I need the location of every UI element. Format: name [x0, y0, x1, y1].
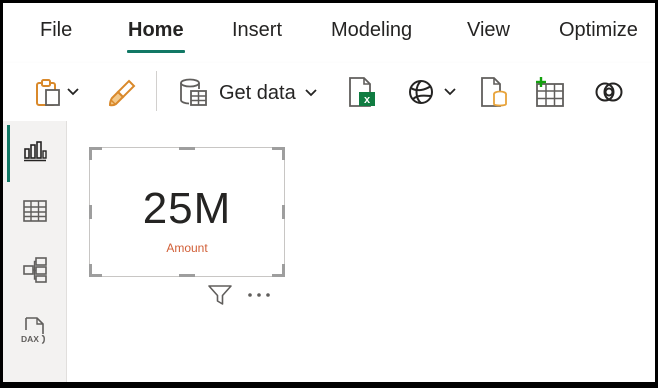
- dax-label: DAX: [21, 334, 39, 344]
- chevron-down-icon[interactable]: [443, 87, 457, 97]
- tab-file[interactable]: File: [40, 19, 72, 42]
- format-painter-icon: [107, 79, 137, 107]
- excel-workbook-button[interactable]: x: [347, 76, 377, 108]
- dax-query-view-button[interactable]: DAX: [3, 311, 66, 355]
- excel-icon: x: [347, 76, 377, 108]
- get-data-label: Get data: [219, 81, 296, 104]
- tab-view[interactable]: View: [467, 19, 510, 42]
- report-view-button[interactable]: [3, 131, 66, 175]
- view-switcher-rail: DAX: [3, 121, 67, 382]
- visual-header-tools: [207, 283, 271, 307]
- tab-insert[interactable]: Insert: [232, 19, 282, 42]
- enter-data-button[interactable]: [534, 76, 566, 108]
- ribbon-separator: [156, 71, 157, 111]
- resize-handle-top-left[interactable]: [89, 147, 92, 160]
- model-view-icon: [22, 256, 48, 289]
- format-painter-button[interactable]: [107, 79, 137, 107]
- chevron-down-icon[interactable]: [304, 88, 318, 98]
- resize-handle-left[interactable]: [89, 205, 92, 219]
- database-table-icon: [179, 78, 209, 108]
- sql-server-icon: [479, 76, 509, 108]
- report-canvas: 25M Amount: [67, 121, 655, 382]
- resize-handle-bottom-right[interactable]: [282, 264, 285, 277]
- card-label: Amount: [166, 241, 208, 255]
- recent-sources-icon: [594, 78, 624, 106]
- resize-handle-bottom[interactable]: [179, 274, 195, 277]
- resize-handle-right[interactable]: [282, 205, 285, 219]
- svg-text:x: x: [364, 94, 371, 106]
- table-view-icon: [22, 199, 48, 228]
- dataverse-icon: [407, 78, 435, 106]
- card-visual[interactable]: 25M Amount: [89, 147, 285, 277]
- tab-modeling[interactable]: Modeling: [331, 19, 412, 42]
- ribbon-toolbar: Get data x: [3, 63, 655, 122]
- model-view-button[interactable]: [3, 250, 66, 294]
- resize-handle-top-right[interactable]: [282, 147, 285, 160]
- menu-bar: File Home Insert Modeling View Optimize: [3, 3, 655, 55]
- recent-sources-button[interactable]: [594, 78, 624, 106]
- more-options-icon[interactable]: [247, 291, 271, 299]
- table-view-button[interactable]: [3, 191, 66, 235]
- tab-optimize[interactable]: Optimize: [559, 19, 638, 42]
- enter-data-icon: [534, 76, 566, 108]
- filter-icon[interactable]: [207, 283, 233, 307]
- dax-query-icon: DAX: [20, 316, 50, 351]
- report-view-icon: [23, 140, 47, 167]
- resize-handle-top[interactable]: [179, 147, 195, 150]
- active-tab-indicator: [127, 50, 185, 53]
- resize-handle-bottom-left[interactable]: [89, 264, 92, 277]
- card-value: 25M: [142, 184, 232, 233]
- app-window: File Home Insert Modeling View Optimize: [3, 3, 655, 382]
- paste-button[interactable]: [34, 77, 80, 107]
- clipboard-icon: [34, 77, 62, 107]
- tab-home[interactable]: Home: [128, 19, 184, 42]
- chevron-down-icon[interactable]: [66, 87, 80, 97]
- get-data-button[interactable]: Get data: [179, 78, 318, 108]
- onelake-hub-button[interactable]: [407, 78, 457, 106]
- sql-server-button[interactable]: [479, 76, 509, 108]
